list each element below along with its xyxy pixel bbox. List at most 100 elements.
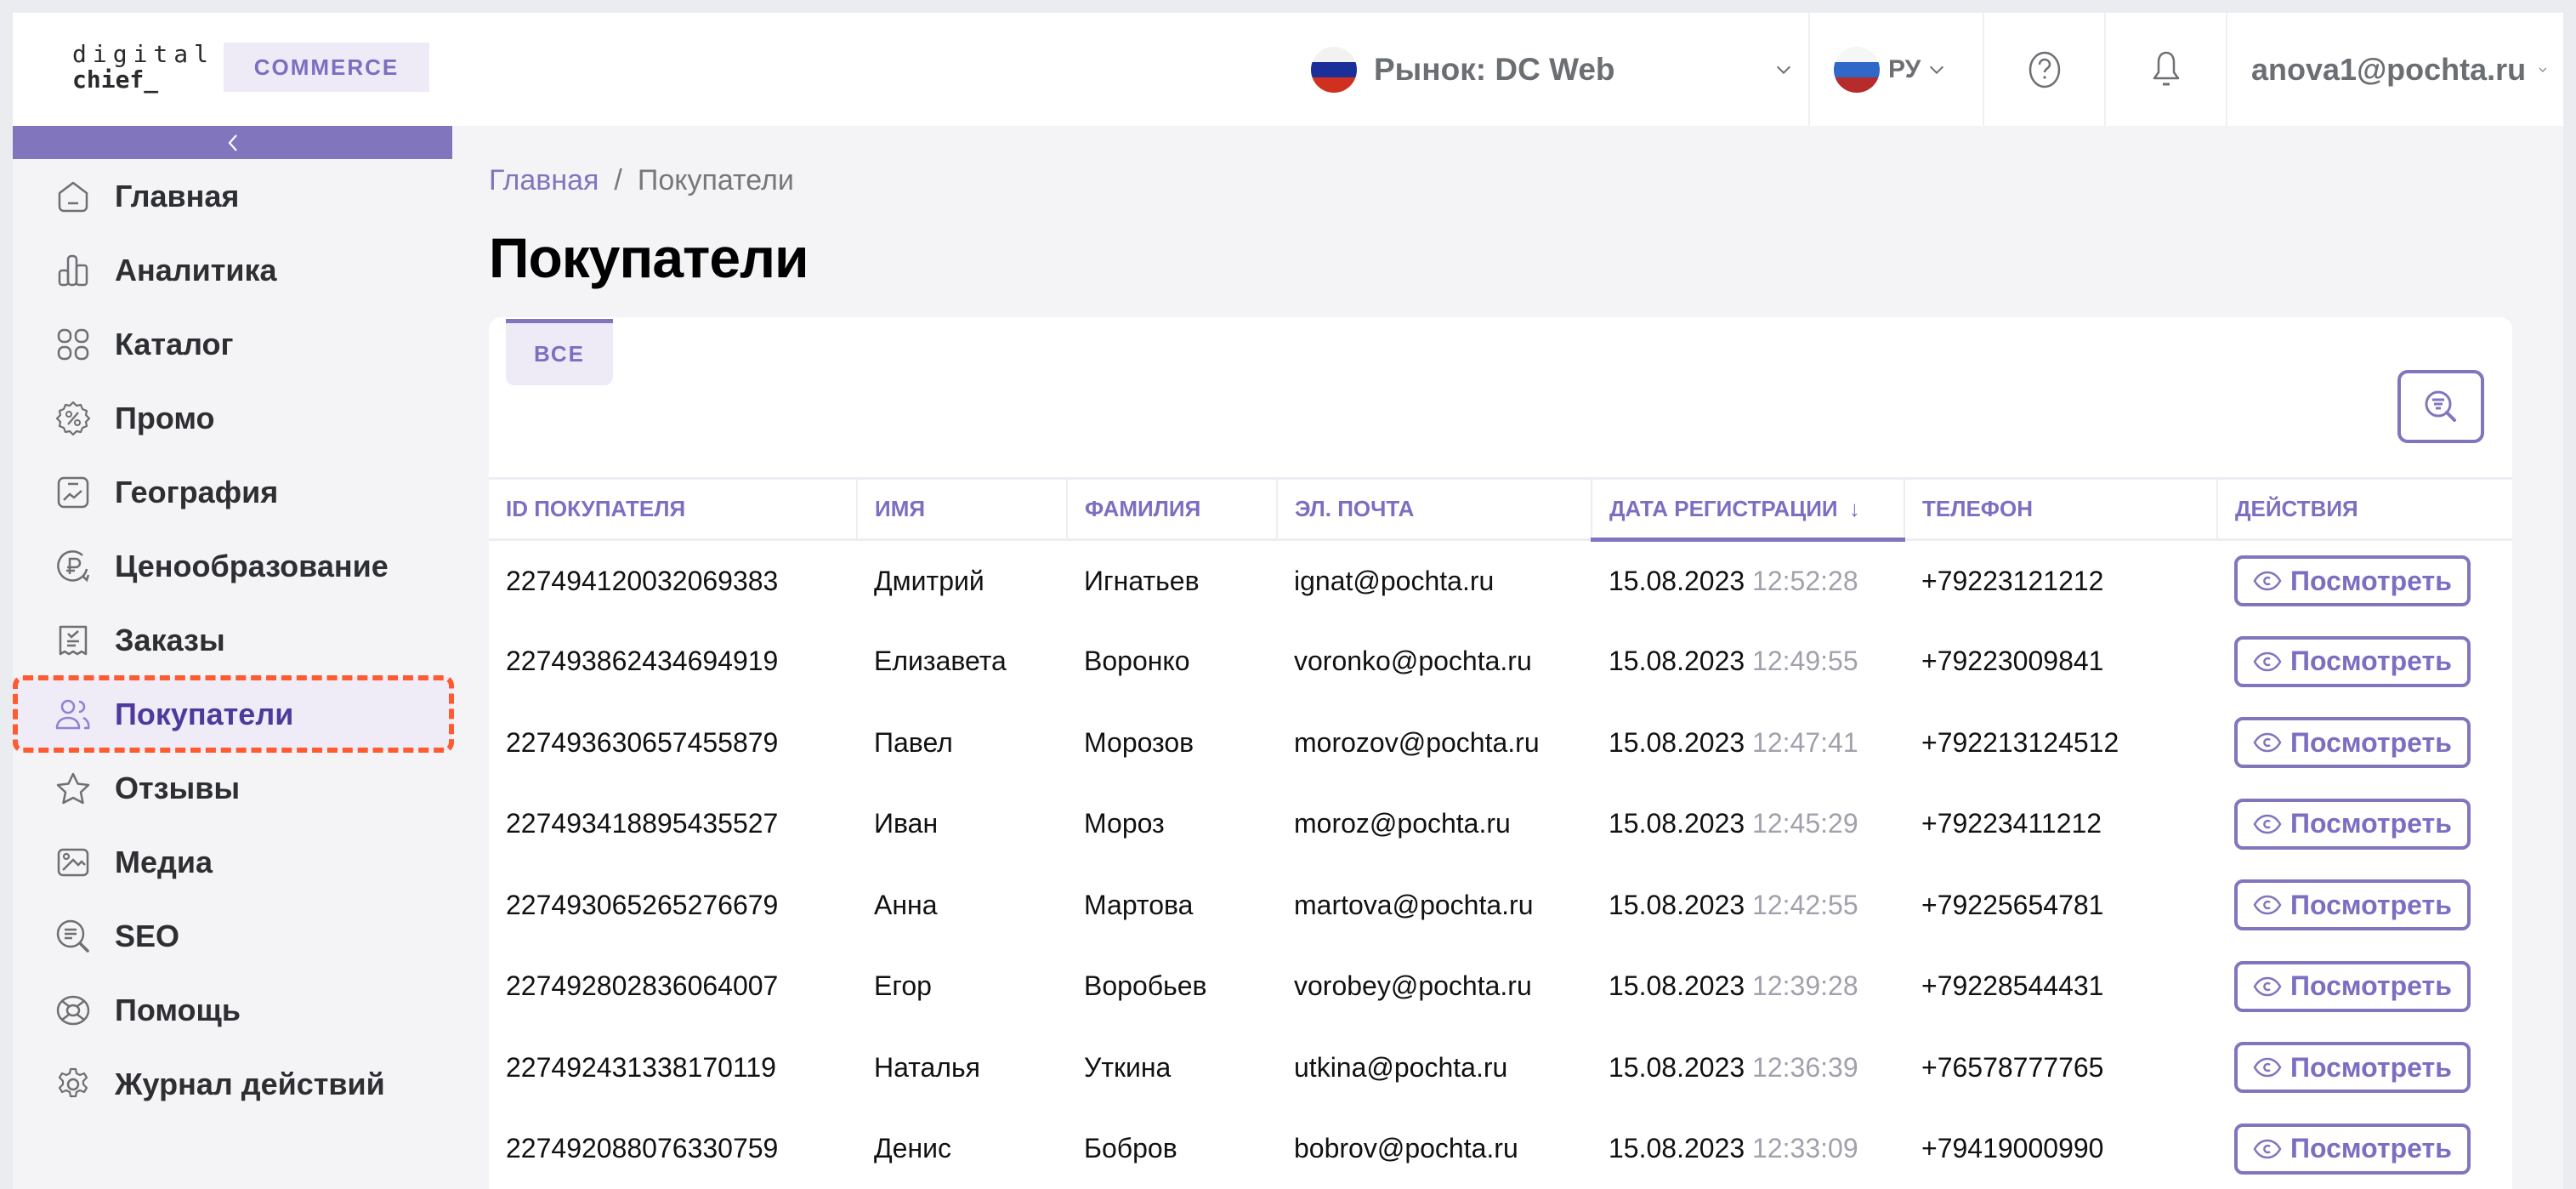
cell-phone: +79223121212 <box>1921 565 2104 596</box>
cell-actions: Посмотреть <box>2217 621 2512 703</box>
cell-id: 227492431338170119 <box>506 1051 776 1083</box>
eye-icon <box>2253 1139 2282 1159</box>
cell-last-name: Бобров <box>1084 1133 1177 1164</box>
users-icon <box>55 697 91 732</box>
cell-registration-date: 15.08.2023 12:42:55 <box>1592 865 1904 947</box>
view-button[interactable]: Посмотреть <box>2234 555 2471 606</box>
cell-last-name: Воронко <box>1084 646 1190 677</box>
notifications-button[interactable] <box>2104 13 2226 126</box>
cell-id: 227494120032069383 <box>506 565 779 596</box>
cell-registration-date: 15.08.2023 12:39:28 <box>1592 946 1904 1027</box>
view-button-label: Посмотреть <box>2290 565 2452 596</box>
sidebar-item-seo[interactable]: SEO <box>13 899 452 973</box>
cell-email: moroz@pochta.ru <box>1294 808 1511 839</box>
table-row[interactable]: 227492802836064007 Егор Воробьев vorobey… <box>489 946 2512 1027</box>
bar-chart-icon <box>55 253 91 288</box>
time-value: 12:42:55 <box>1752 889 1858 920</box>
eye-icon <box>2253 571 2282 591</box>
cell-phone: +79223009841 <box>1921 646 2104 677</box>
date-value: 15.08.2023 <box>1609 726 1745 758</box>
column-header-id[interactable]: ID ПОКУПАТЕЛЯ <box>489 477 857 541</box>
search-filter-button[interactable] <box>2397 370 2484 443</box>
view-button-label: Посмотреть <box>2290 889 2452 920</box>
eye-icon <box>2253 651 2282 672</box>
view-button[interactable]: Посмотреть <box>2234 1123 2471 1175</box>
time-value: 12:33:09 <box>1752 1133 1858 1164</box>
sidebar-item-orders[interactable]: Заказы <box>13 603 452 677</box>
view-button[interactable]: Посмотреть <box>2234 879 2471 931</box>
tab-all[interactable]: ВСЕ <box>506 319 613 385</box>
search-text-icon <box>55 919 91 954</box>
view-button[interactable]: Посмотреть <box>2234 717 2471 769</box>
table-row[interactable]: 227493418895435527 Иван Мороз moroz@poch… <box>489 783 2512 865</box>
table-body: 227494120032069383 Дмитрий Игнатьев igna… <box>489 540 2512 1189</box>
table-row[interactable]: 227493630657455879 Павел Морозов morozov… <box>489 703 2512 784</box>
sidebar-item-label: Помощь <box>115 992 241 1027</box>
sidebar-item-help[interactable]: Помощь <box>13 973 452 1047</box>
sidebar-nav: Главная Аналитика Каталог Промо Географи… <box>13 159 454 1121</box>
view-button[interactable]: Посмотреть <box>2234 1042 2471 1094</box>
cell-email: utkina@pochta.ru <box>1294 1051 1508 1083</box>
cell-actions: Посмотреть <box>2217 703 2512 784</box>
column-header-email[interactable]: ЭЛ. ПОЧТА <box>1276 477 1592 541</box>
cell-id: 227493418895435527 <box>506 808 779 839</box>
column-header-last-name[interactable]: ФАМИЛИЯ <box>1066 477 1277 541</box>
eye-icon <box>2253 976 2282 997</box>
sidebar-item-label: Аналитика <box>115 252 277 287</box>
table-row[interactable]: 227493862434694919 Елизавета Воронко vor… <box>489 621 2512 703</box>
column-header-phone[interactable]: ТЕЛЕФОН <box>1904 477 2217 541</box>
sidebar-collapse-button[interactable] <box>13 126 452 159</box>
sidebar-item-activity-log[interactable]: Журнал действий <box>13 1047 452 1121</box>
column-header-first-name[interactable]: ИМЯ <box>856 477 1067 541</box>
cell-actions: Посмотреть <box>2217 865 2512 947</box>
table-row[interactable]: 227492431338170119 Наталья Уткина utkina… <box>489 1027 2512 1109</box>
cell-first-name: Елизавета <box>874 646 1007 677</box>
customers-card: ВСЕ ID ПОКУПАТЕЛЯ ИМЯ ФАМИЛИЯ ЭЛ. ПОЧТА … <box>489 317 2512 1189</box>
breadcrumb-home-link[interactable]: Главная <box>489 164 599 197</box>
sidebar-item-home[interactable]: Главная <box>13 159 452 233</box>
gear-icon <box>55 1067 91 1102</box>
chevron-down-icon <box>1776 65 1791 74</box>
sidebar-item-geography[interactable]: География <box>13 455 452 529</box>
user-menu[interactable]: anova1@pochta.ru <box>2226 13 2563 126</box>
table-row[interactable]: 227494120032069383 Дмитрий Игнатьев igna… <box>489 540 2512 622</box>
cell-email: morozov@pochta.ru <box>1294 726 1540 758</box>
cell-first-name: Анна <box>874 889 938 920</box>
language-selector[interactable]: РУ <box>1808 13 1983 126</box>
time-value: 12:47:41 <box>1752 726 1858 758</box>
view-button-label: Посмотреть <box>2290 1051 2452 1083</box>
cell-email: vorobey@pochta.ru <box>1294 970 1532 1002</box>
cell-email: bobrov@pochta.ru <box>1294 1133 1518 1164</box>
table-row[interactable]: 227493065265276679 Анна Мартова martova@… <box>489 865 2512 947</box>
sidebar-item-catalog[interactable]: Каталог <box>13 307 452 381</box>
view-button[interactable]: Посмотреть <box>2234 960 2471 1012</box>
sidebar-item-customers[interactable]: Покупатели <box>13 675 454 753</box>
sidebar-item-media[interactable]: Медиа <box>13 825 452 899</box>
date-value: 15.08.2023 <box>1609 808 1745 839</box>
column-header-registration-date[interactable]: ДАТА РЕГИСТРАЦИИ ↓ <box>1591 477 1904 542</box>
page-title: Покупатели <box>489 226 809 289</box>
time-value: 12:45:29 <box>1752 808 1858 839</box>
sidebar-item-reviews[interactable]: Отзывы <box>13 751 452 825</box>
view-button[interactable]: Посмотреть <box>2234 635 2471 687</box>
cell-registration-date: 15.08.2023 12:45:29 <box>1592 783 1904 865</box>
view-button[interactable]: Посмотреть <box>2234 798 2471 850</box>
market-selector[interactable]: Рынок: DC Web <box>1288 13 1808 126</box>
cell-registration-date: 15.08.2023 12:47:41 <box>1592 703 1904 784</box>
sidebar-item-promo[interactable]: Промо <box>13 381 452 455</box>
sidebar-item-analytics[interactable]: Аналитика <box>13 233 452 307</box>
table-row[interactable]: 227492088076330759 Денис Бобров bobrov@p… <box>489 1108 2512 1189</box>
logo[interactable]: digital chief_ <box>72 42 214 93</box>
view-button-label: Посмотреть <box>2290 808 2452 839</box>
bell-icon <box>2153 51 2179 85</box>
customers-table: ID ПОКУПАТЕЛЯ ИМЯ ФАМИЛИЯ ЭЛ. ПОЧТА ДАТА… <box>489 477 2512 1189</box>
help-button[interactable] <box>1983 13 2104 126</box>
sidebar-item-pricing[interactable]: Ценообразование <box>13 529 452 603</box>
lifebuoy-icon <box>55 993 91 1028</box>
chevron-down-icon <box>1930 65 1944 74</box>
logo-line-2: chief_ <box>72 65 159 94</box>
app-shell: digital chief_ COMMERCE Рынок: DC Web РУ… <box>13 13 2563 1189</box>
sidebar-item-label: Заказы <box>115 622 225 657</box>
sidebar-item-label: География <box>115 474 279 509</box>
chevron-down-icon <box>2539 67 2547 72</box>
